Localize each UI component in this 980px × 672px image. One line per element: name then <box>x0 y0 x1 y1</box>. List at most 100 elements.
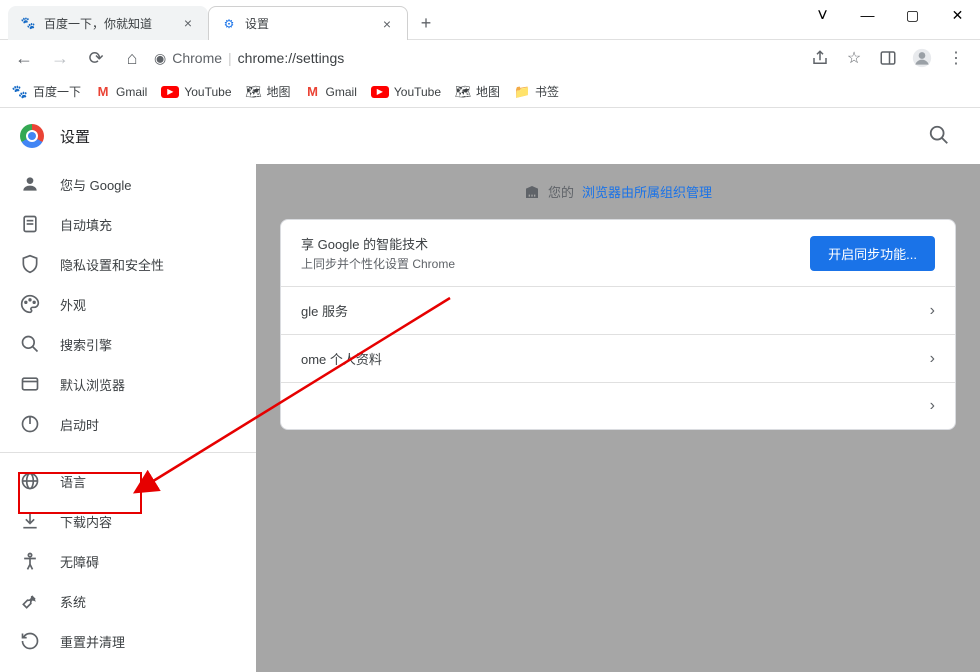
card-row-profile[interactable]: ome 个人资料 › <box>281 334 955 382</box>
accessibility-icon <box>20 551 40 571</box>
tab-title: 百度一下，你就知道 <box>44 15 172 32</box>
youtube-icon: ▶ <box>371 86 389 98</box>
sidebar-item-label: 重置并清理 <box>60 632 125 651</box>
gmail-icon: M <box>305 84 321 100</box>
managed-notice: 您的 浏览器由所属组织管理 <box>256 164 980 219</box>
sidebar-item-you-and-google[interactable]: 您与 Google <box>0 164 256 204</box>
autofill-icon <box>20 214 40 234</box>
address-bar: ← → ⟳ ⌂ ◉ Chrome | chrome://settings ☆ ⋮ <box>0 40 980 76</box>
profile-icon[interactable] <box>908 44 936 72</box>
search-icon[interactable] <box>928 124 950 146</box>
bookmark-label: 地图 <box>476 83 500 100</box>
sidebar-item-label: 系统 <box>60 592 86 611</box>
back-button[interactable]: ← <box>10 44 38 72</box>
power-icon <box>20 414 40 434</box>
managed-link[interactable]: 浏览器由所属组织管理 <box>582 182 712 201</box>
side-panel-icon[interactable] <box>874 44 902 72</box>
settings-title: 设置 <box>60 126 90 147</box>
wrench-icon <box>20 591 40 611</box>
url-box[interactable]: ◉ Chrome | chrome://settings <box>154 50 798 67</box>
baidu-icon: 🐾 <box>12 84 28 100</box>
chevron-right-icon: › <box>930 397 935 415</box>
sidebar-item-default-browser[interactable]: 默认浏览器 <box>0 364 256 404</box>
forward-button[interactable]: → <box>46 44 74 72</box>
bookmark-label: 地图 <box>267 83 291 100</box>
bookmark-youtube[interactable]: ▶ YouTube <box>371 85 441 99</box>
sidebar-item-label: 搜索引擎 <box>60 335 112 354</box>
close-icon[interactable]: × <box>379 16 395 32</box>
building-icon <box>524 184 540 200</box>
bookmark-maps[interactable]: 🗺 地图 <box>455 83 500 100</box>
youtube-icon: ▶ <box>161 86 179 98</box>
sidebar-item-privacy[interactable]: 隐私设置和安全性 <box>0 244 256 284</box>
bookmark-label: YouTube <box>394 85 441 99</box>
sidebar-item-system[interactable]: 系统 <box>0 581 256 621</box>
minimize-button[interactable]: — <box>845 0 890 30</box>
star-icon[interactable]: ☆ <box>840 44 868 72</box>
chevron-right-icon: › <box>930 302 935 320</box>
sidebar-item-downloads[interactable]: 下载内容 <box>0 501 256 541</box>
home-button[interactable]: ⌂ <box>118 44 146 72</box>
card-row-more[interactable]: › <box>281 382 955 429</box>
content-area: 设置 您与 Google 自动填充 隐私设置和安全性 外观 搜索引擎 默认浏览 <box>0 108 980 672</box>
settings-main: 您的 浏览器由所属组织管理 享 Google 的智能技术 上同步并个性化设置 C… <box>256 164 980 672</box>
sidebar-item-languages[interactable]: 语言 <box>0 461 256 501</box>
shield-icon <box>20 254 40 274</box>
palette-icon <box>20 294 40 314</box>
sidebar-item-reset[interactable]: 重置并清理 <box>0 621 256 661</box>
settings-header: 设置 <box>0 108 980 164</box>
sidebar-item-label: 外观 <box>60 295 86 314</box>
bookmark-maps[interactable]: 🗺 地图 <box>246 83 291 100</box>
gear-favicon-icon: ⚙ <box>221 16 237 32</box>
folder-icon: 📁 <box>514 84 530 100</box>
bookmark-gmail[interactable]: MGmail <box>95 84 147 100</box>
sidebar-divider <box>0 452 256 453</box>
dropdown-icon[interactable]: ˅ <box>800 0 845 30</box>
baidu-favicon-icon: 🐾 <box>20 15 36 31</box>
close-button[interactable]: ✕ <box>935 0 980 30</box>
managed-prefix: 您的 <box>548 182 574 201</box>
maximize-button[interactable]: ▢ <box>890 0 935 30</box>
bookmark-folder[interactable]: 📁书签 <box>514 83 559 100</box>
bookmark-label: 百度一下 <box>33 83 81 100</box>
sidebar-item-appearance[interactable]: 外观 <box>0 284 256 324</box>
tabs-area: 🐾 百度一下，你就知道 × ⚙ 设置 × + <box>0 0 800 40</box>
browser-icon <box>20 374 40 394</box>
sidebar-item-label: 下载内容 <box>60 512 112 531</box>
card-row-services[interactable]: gle 服务 › <box>281 286 955 334</box>
chevron-right-icon: › <box>930 350 935 368</box>
bookmark-baidu[interactable]: 🐾 百度一下 <box>12 83 81 100</box>
sidebar-item-autofill[interactable]: 自动填充 <box>0 204 256 244</box>
new-tab-button[interactable]: + <box>412 9 440 37</box>
sidebar-item-startup[interactable]: 启动时 <box>0 404 256 444</box>
sidebar-item-label: 您与 Google <box>60 175 132 194</box>
sidebar-item-label: 自动填充 <box>60 215 112 234</box>
url-path: chrome://settings <box>238 50 345 66</box>
globe-icon <box>20 471 40 491</box>
settings-sidebar[interactable]: 您与 Google 自动填充 隐私设置和安全性 外观 搜索引擎 默认浏览器 启动… <box>0 164 256 672</box>
chrome-logo-icon <box>20 124 44 148</box>
row-label: ome 个人资料 <box>301 349 930 368</box>
sidebar-item-accessibility[interactable]: 无障碍 <box>0 541 256 581</box>
enable-sync-button[interactable]: 开启同步功能... <box>810 236 935 271</box>
bookmark-label: Gmail <box>116 85 147 99</box>
bookmark-gmail[interactable]: M Gmail <box>305 84 357 100</box>
maps-icon: 🗺 <box>455 84 471 100</box>
close-icon[interactable]: × <box>180 15 196 31</box>
reload-button[interactable]: ⟳ <box>82 44 110 72</box>
window-titlebar: 🐾 百度一下，你就知道 × ⚙ 设置 × + ˅ — ▢ ✕ <box>0 0 980 40</box>
tab-settings[interactable]: ⚙ 设置 × <box>208 6 408 40</box>
sidebar-item-search-engine[interactable]: 搜索引擎 <box>0 324 256 364</box>
sidebar-item-label: 默认浏览器 <box>60 375 125 394</box>
kebab-menu-icon[interactable]: ⋮ <box>942 44 970 72</box>
bookmarks-bar: 🐾百度一下 MGmail ▶YouTube 🗺地图 MGmail ▶YouTub… <box>0 76 980 108</box>
tab-baidu[interactable]: 🐾 百度一下，你就知道 × <box>8 6 208 40</box>
person-icon <box>20 174 40 194</box>
bookmark-label: YouTube <box>184 85 231 99</box>
bookmark-label: Gmail <box>326 85 357 99</box>
share-icon[interactable] <box>806 44 834 72</box>
bookmark-youtube[interactable]: ▶ YouTube <box>161 85 231 99</box>
tab-title: 设置 <box>245 15 371 32</box>
maps-icon: 🗺 <box>246 84 262 100</box>
sidebar-item-label: 启动时 <box>60 415 99 434</box>
